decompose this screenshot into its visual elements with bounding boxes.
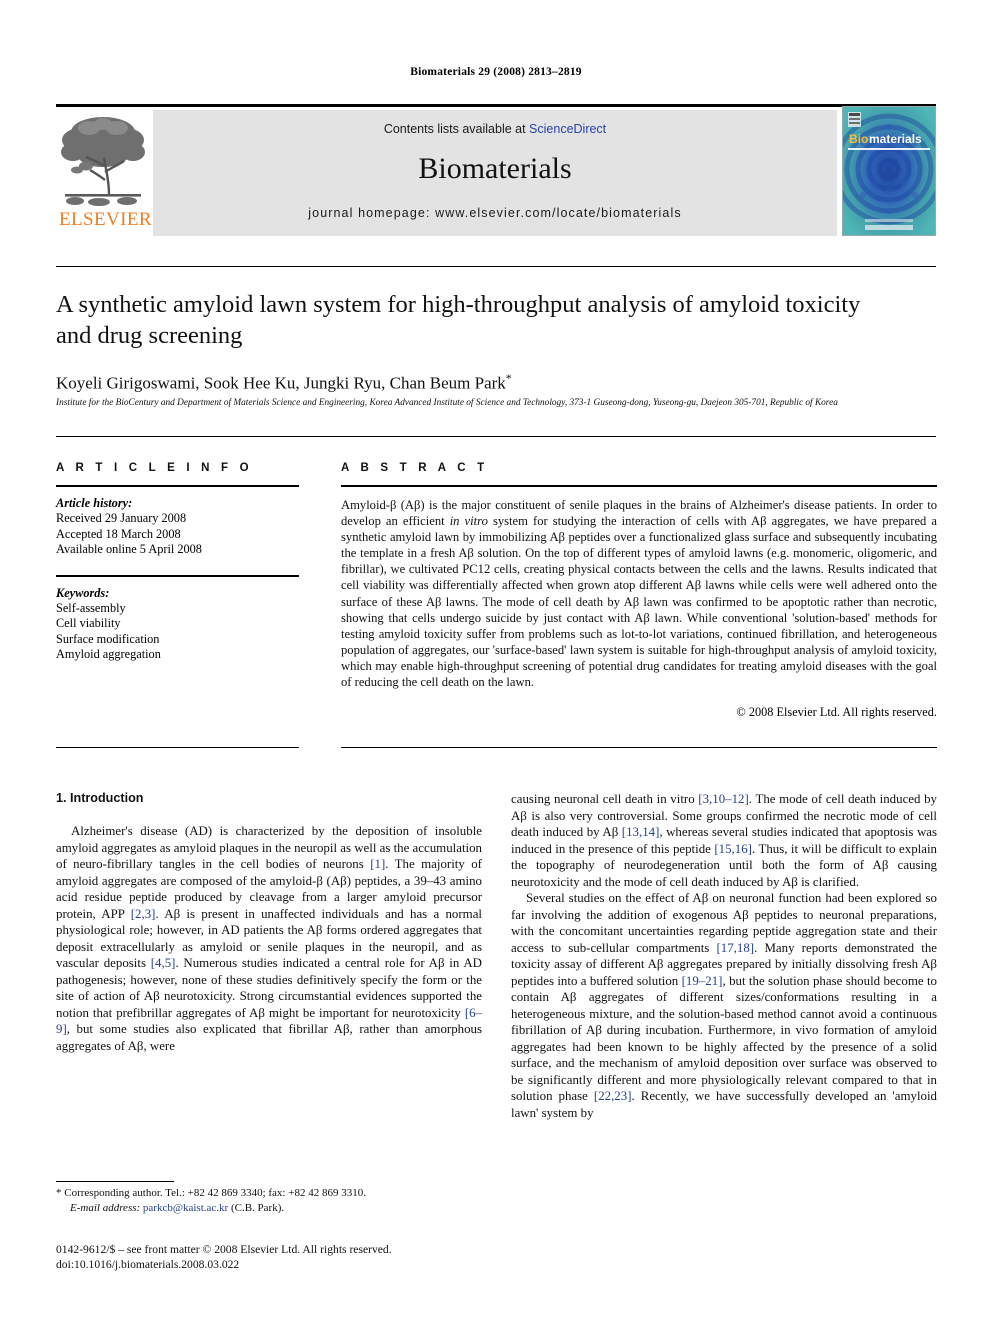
elsevier-logo: ELSEVIER (59, 110, 152, 236)
body-column-left: 1. Introduction Alzheimer's disease (AD)… (56, 791, 482, 1054)
history-item: Received 29 January 2008 (56, 511, 187, 526)
keyword-item: Surface modification (56, 631, 160, 646)
abstract-section: A B S T R A C T Amyloid-β (Aβ) is the ma… (341, 462, 937, 720)
cover-title-materials: materials (869, 132, 922, 146)
elsevier-tree-icon (59, 110, 147, 210)
masthead-top-rule (56, 104, 936, 107)
running-head: Biomaterials 29 (2008) 2813–2819 (410, 66, 582, 78)
intro-paragraph-1: Alzheimer's disease (AD) is characterize… (56, 823, 482, 1054)
article-info-rule (56, 485, 299, 487)
journal-masthead: ELSEVIER Contents lists available at Sci… (56, 104, 936, 238)
section-heading-introduction: 1. Introduction (56, 791, 144, 805)
page-title: A synthetic amyloid lawn system for high… (56, 291, 861, 349)
keyword-item: Amyloid aggregation (56, 647, 161, 662)
abstract-bottom-rule (341, 747, 937, 748)
email-attribution: (C.B. Park). (228, 1201, 285, 1214)
contents-available-line: Contents lists available at ScienceDirec… (153, 122, 837, 136)
elsevier-wordmark: ELSEVIER (59, 209, 152, 230)
intro-right-text-a: causing neuronal cell death (511, 792, 657, 806)
journal-homepage-link[interactable]: journal homepage: www.elsevier.com/locat… (153, 206, 837, 220)
article-history-title: Article history: (56, 496, 133, 510)
footnote-divider (56, 1181, 174, 1182)
issn-copyright-line: 0142-9612/$ – see front matter © 2008 El… (56, 1243, 392, 1256)
citation-ref[interactable]: [22,23] (594, 1089, 632, 1103)
keyword-item: Cell viability (56, 616, 121, 631)
article-history-group: Article history: Received 29 January 200… (56, 496, 299, 558)
imprint-block: 0142-9612/$ – see front matter © 2008 El… (56, 1243, 486, 1272)
citation-ref[interactable]: [17,18] (716, 941, 754, 955)
abstract-rule (341, 485, 937, 487)
abstract-label: A B S T R A C T (341, 462, 489, 474)
citation-ref[interactable]: [4,5] (151, 956, 176, 970)
citation-ref[interactable]: [15,16] (714, 842, 752, 856)
sciencedirect-link[interactable]: ScienceDirect (529, 122, 606, 136)
article-info-label: A R T I C L E I N F O (56, 462, 253, 474)
citation-ref[interactable]: [3,10–12] (695, 792, 749, 806)
intro-text-e: , but some studies also explicated that … (56, 1022, 482, 1053)
header-divider (56, 436, 936, 437)
masthead-banner: Contents lists available at ScienceDirec… (153, 110, 837, 236)
corresponding-author-marker: * (505, 371, 512, 385)
abstract-part-2: system for studying the interaction of c… (341, 514, 937, 690)
article-info-section: A R T I C L E I N F O Article history: R… (56, 462, 299, 663)
keywords-title: Keywords: (56, 585, 110, 600)
intro-paragraph-1-continued: causing neuronal cell death in vitro [3,… (511, 791, 937, 890)
author-list: Koyeli Girigoswami, Sook Hee Ku, Jungki … (56, 371, 886, 394)
journal-cover-thumbnail: Bio materials (842, 106, 936, 236)
citation-ref[interactable]: [19–21] (682, 974, 723, 988)
history-item: Available online 5 April 2008 (56, 542, 202, 557)
affiliation: Institute for the BioCentury and Departm… (56, 398, 838, 408)
intro-italic-invitro: in vitro (656, 792, 695, 806)
citation-ref[interactable]: [2,3] (131, 907, 156, 921)
footnote-block: * Corresponding author. Tel.: +82 42 869… (56, 1186, 486, 1215)
history-item: Accepted 18 March 2008 (56, 526, 181, 541)
author-names: Koyeli Girigoswami, Sook Hee Ku, Jungki … (56, 373, 506, 393)
keywords-group: Keywords: Self-assembly Cell viability S… (56, 586, 299, 663)
citation-ref[interactable]: [13,14] (622, 825, 660, 839)
title-divider (56, 266, 936, 267)
keyword-item: Self-assembly (56, 601, 126, 616)
journal-article-page: Biomaterials 29 (2008) 2813–2819 ELSEVIE… (0, 0, 992, 1323)
intro-italic-invivo: in vivo (780, 1023, 819, 1037)
journal-title: Biomaterials (418, 152, 572, 185)
intro-paragraph-2: Several studies on the effect of Aβ on n… (511, 890, 937, 1121)
abstract-italic-invitro: in vitro (449, 514, 488, 529)
email-label: E-mail address: (70, 1201, 141, 1214)
email-link[interactable]: parkcb@kaist.ac.kr (143, 1202, 228, 1214)
article-info-bottom-rule (56, 747, 299, 748)
abstract-text: Amyloid-β (Aβ) is the major constituent … (341, 497, 937, 690)
keywords-rule (56, 574, 299, 577)
citation-ref[interactable]: [1] (370, 857, 385, 871)
cover-title-bio: Bio (849, 132, 868, 146)
abstract-copyright: © 2008 Elsevier Ltd. All rights reserved… (736, 705, 937, 720)
corresponding-author-note: * Corresponding author. Tel.: +82 42 869… (56, 1187, 366, 1199)
email-note: E-mail address: parkcb@kaist.ac.kr (C.B.… (56, 1201, 486, 1216)
body-column-right: causing neuronal cell death in vitro [3,… (511, 791, 937, 1121)
contents-prefix: Contents lists available at (383, 122, 530, 136)
doi-line[interactable]: doi:10.1016/j.biomaterials.2008.03.022 (56, 1258, 486, 1273)
